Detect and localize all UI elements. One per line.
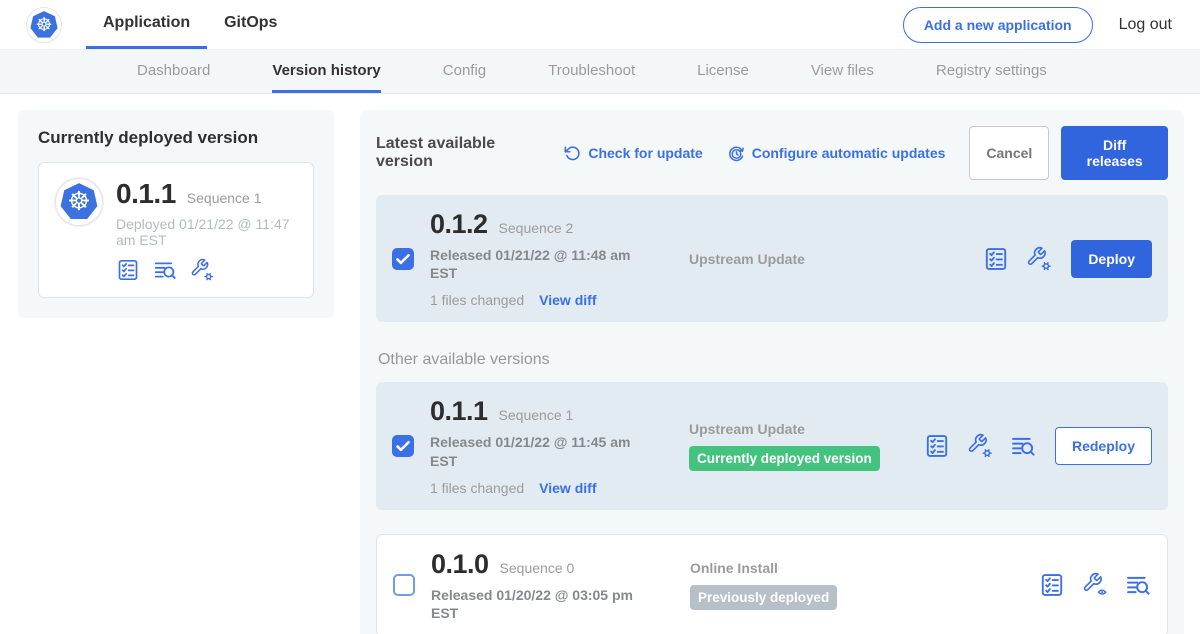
- version-history-page: Currently deployed version ☸ 0.1.1 Seque…: [0, 94, 1200, 634]
- kubernetes-logo: ☸: [26, 7, 62, 43]
- subnav-item-view-files[interactable]: View files: [811, 50, 874, 93]
- refresh-icon: [563, 144, 582, 163]
- top-tabs: Application GitOps: [86, 0, 294, 49]
- deployed-version-number: 0.1.1: [116, 178, 176, 210]
- sequence-label: Sequence 0: [500, 560, 575, 576]
- previously-deployed-badge: Previously deployed: [690, 585, 837, 610]
- check-for-update-link[interactable]: Check for update: [563, 144, 702, 163]
- deployed-sequence-label: Sequence 1: [187, 190, 262, 206]
- schedule-update-icon: [727, 144, 746, 163]
- version-row-0-1-1: 0.1.1 Sequence 1 Released 01/21/22 @ 11:…: [376, 382, 1168, 509]
- version-source-label: Upstream Update: [689, 251, 924, 267]
- version-number: 0.1.0: [431, 549, 489, 580]
- nav-tab-application[interactable]: Application: [86, 0, 207, 49]
- latest-available-title: Latest available version: [376, 135, 547, 171]
- files-changed-label: 1 files changed: [430, 292, 524, 308]
- view-diff-link[interactable]: View diff: [539, 480, 596, 496]
- view-diff-link[interactable]: View diff: [539, 292, 596, 308]
- version-select-checkbox[interactable]: [393, 574, 415, 596]
- released-timestamp: Released 01/21/22 @ 11:45 am EST: [430, 433, 650, 469]
- redeploy-button[interactable]: Redeploy: [1055, 427, 1152, 465]
- helm-wheel-icon: ☸: [67, 189, 90, 215]
- edit-config-icon[interactable]: [967, 433, 993, 459]
- deploy-button[interactable]: Deploy: [1071, 240, 1152, 278]
- released-timestamp: Released 01/21/22 @ 11:48 am EST: [430, 246, 650, 282]
- subnav-item-license[interactable]: License: [697, 50, 749, 93]
- preflight-checks-icon[interactable]: [924, 433, 950, 459]
- version-source-label: Online Install: [690, 560, 925, 576]
- deployed-timestamp: Deployed 01/21/22 @ 11:47 am EST: [116, 216, 297, 248]
- view-logs-icon[interactable]: [1010, 433, 1036, 459]
- app-sub-nav: Dashboard Version history Config Trouble…: [0, 50, 1200, 94]
- available-versions-panel: Latest available version Check for updat…: [360, 110, 1184, 634]
- released-timestamp: Released 01/20/22 @ 03:05 pm EST: [431, 586, 651, 622]
- top-nav: ☸ Application GitOps Add a new applicati…: [0, 0, 1200, 50]
- diff-releases-button[interactable]: Diff releases: [1061, 126, 1168, 180]
- subnav-item-registry-settings[interactable]: Registry settings: [936, 50, 1047, 93]
- version-number: 0.1.2: [430, 209, 488, 240]
- version-select-checkbox[interactable]: [392, 248, 414, 270]
- view-logs-icon[interactable]: [153, 258, 177, 282]
- subnav-item-version-history[interactable]: Version history: [272, 50, 380, 93]
- nav-tab-gitops[interactable]: GitOps: [207, 0, 294, 49]
- version-row-0-1-0: 0.1.0 Sequence 0 Released 01/20/22 @ 03:…: [376, 534, 1168, 634]
- version-number: 0.1.1: [430, 396, 488, 427]
- subnav-item-dashboard[interactable]: Dashboard: [137, 50, 210, 93]
- sequence-label: Sequence 2: [499, 220, 574, 236]
- helm-wheel-icon: ☸: [35, 16, 52, 35]
- currently-deployed-title: Currently deployed version: [38, 128, 314, 148]
- version-source-label: Upstream Update: [689, 421, 924, 437]
- subnav-item-config[interactable]: Config: [443, 50, 486, 93]
- configure-automatic-updates-link[interactable]: Configure automatic updates: [727, 144, 946, 163]
- files-changed-label: 1 files changed: [430, 480, 524, 496]
- cancel-button[interactable]: Cancel: [969, 126, 1049, 180]
- edit-config-icon[interactable]: [1026, 246, 1052, 272]
- deployed-version-card: ☸ 0.1.1 Sequence 1 Deployed 01/21/22 @ 1…: [38, 162, 314, 298]
- currently-deployed-card: Currently deployed version ☸ 0.1.1 Seque…: [18, 110, 334, 318]
- preflight-checks-icon[interactable]: [983, 246, 1009, 272]
- version-select-checkbox[interactable]: [392, 435, 414, 457]
- preflight-checks-icon[interactable]: [116, 258, 140, 282]
- add-new-application-button[interactable]: Add a new application: [903, 7, 1093, 43]
- currently-deployed-badge: Currently deployed version: [689, 446, 880, 471]
- preflight-checks-icon[interactable]: [1039, 572, 1065, 598]
- version-row-0-1-2: 0.1.2 Sequence 2 Released 01/21/22 @ 11:…: [376, 195, 1168, 322]
- view-logs-icon[interactable]: [1125, 572, 1151, 598]
- logout-button[interactable]: Log out: [1119, 16, 1172, 34]
- view-config-icon[interactable]: [1082, 572, 1108, 598]
- app-icon: ☸: [55, 178, 103, 226]
- sequence-label: Sequence 1: [499, 407, 574, 423]
- other-versions-title: Other available versions: [378, 351, 1168, 369]
- edit-config-icon[interactable]: [190, 258, 214, 282]
- subnav-item-troubleshoot[interactable]: Troubleshoot: [548, 50, 635, 93]
